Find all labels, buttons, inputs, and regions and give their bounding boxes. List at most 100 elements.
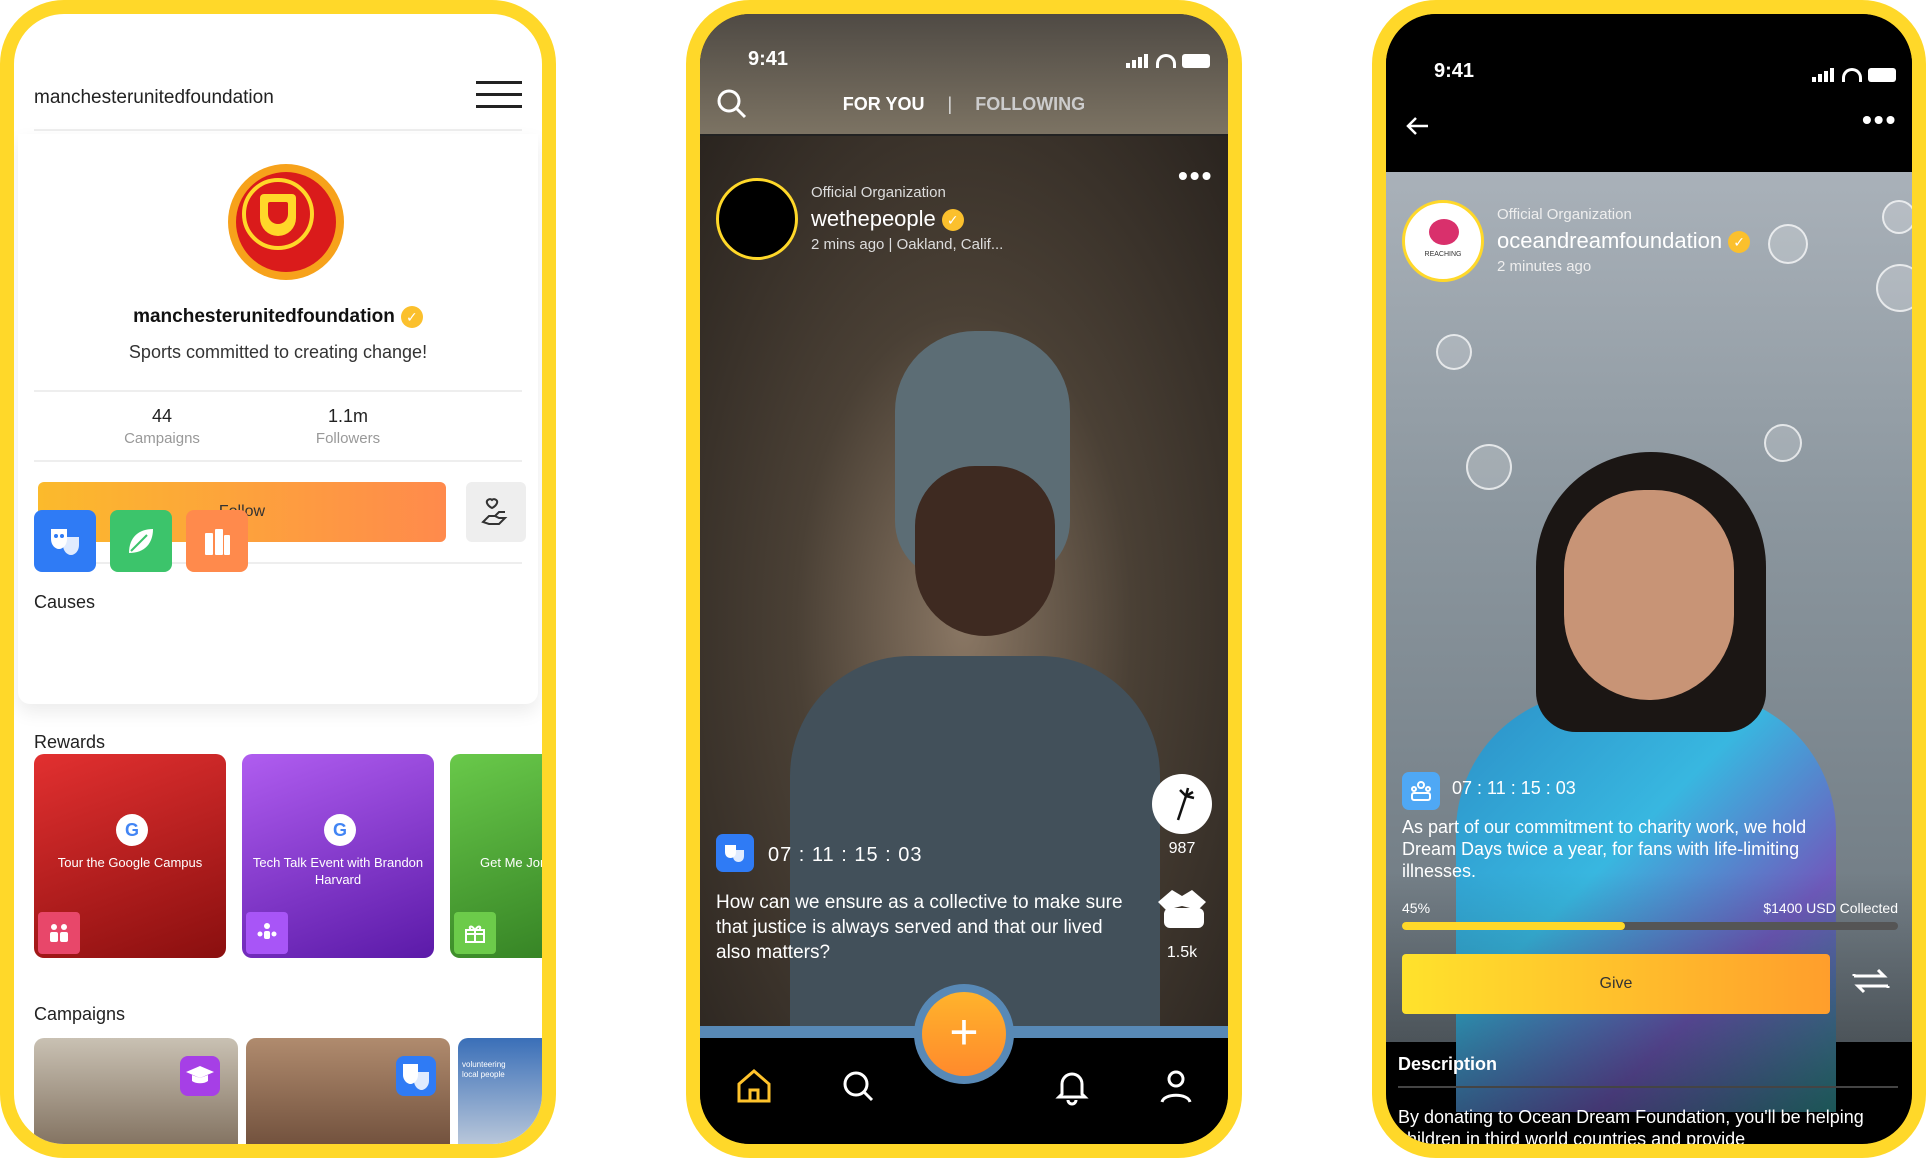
signal-icon [1126,50,1150,68]
wifi-icon [1156,54,1176,68]
cause-badge [716,834,754,872]
reward-card[interactable]: Get Me Jonatha [450,754,542,958]
theater-masks-icon [725,845,744,862]
share-count: 1.5k [1166,944,1198,961]
dandelion-icon [1176,787,1195,821]
countdown-timer: 07 : 11 : 15 : 03 [1452,778,1576,798]
profile-name: manchesterunitedfoundation ✓ [18,306,538,328]
description-title: Description [1398,1054,1498,1074]
graduation-cap-icon [186,1066,214,1084]
leaf-icon [129,529,153,553]
divider [34,562,522,564]
profile-header: manchesterunitedfoundation [34,69,522,131]
menu-icon[interactable] [476,81,522,117]
cause-theater[interactable] [34,510,96,572]
bubble-decoration [1466,444,1512,490]
reward-category-badge [454,912,496,954]
community-icon [1411,781,1431,801]
tab-for-you[interactable]: FOR YOU [843,94,925,114]
countdown-timer: 07 : 11 : 15 : 03 [768,844,923,866]
google-logo-icon: G [116,814,148,846]
profile-avatar [228,164,344,280]
google-logo-icon: G [324,814,356,846]
reward-card[interactable]: G Tour the Google Campus [34,754,226,958]
campaign-caption: As part of our commitment to charity wor… [1402,817,1807,881]
progress-percent: 45% [1402,900,1431,916]
reward-category-badge [246,912,288,954]
author-avatar[interactable] [716,178,798,260]
campaign-category-badge [180,1056,220,1096]
more-icon[interactable]: ••• [1178,160,1213,192]
bell-icon[interactable] [1052,1066,1092,1111]
profile-stats: 44 Campaigns 1.1m Followers [34,390,522,462]
campaign-card[interactable] [34,1038,238,1144]
detail-phone: 9:41 ••• REACHING Official Organization … [1372,0,1926,1158]
profile-phone: manchesterunitedfoundation manchesteruni… [0,0,556,1158]
campaign-card[interactable] [246,1038,450,1144]
home-icon[interactable] [734,1066,774,1111]
campaign-category-badge [396,1056,436,1096]
progress-fill [1402,922,1626,930]
repeat-icon[interactable] [1846,956,1896,1011]
author-name[interactable]: oceandreamfoundation ✓ [1497,228,1751,254]
give-button[interactable]: Give [1402,954,1830,1014]
status-time: 9:41 [748,48,789,70]
campaigns-title: Campaigns [34,1004,126,1024]
author-name[interactable]: wethepeople ✓ [811,206,964,232]
profile-icon[interactable] [1156,1066,1196,1111]
post-meta: 2 minutes ago [1497,258,1592,275]
description-text: By donating to Ocean Dream Foundation, y… [1398,1107,1864,1149]
reward-card[interactable]: G Tech Talk Event with Brandon Harvard [242,754,434,958]
profile-tagline: Sports committed to creating change! [128,342,428,362]
donate-hand-button[interactable] [466,482,526,542]
search-icon[interactable] [838,1066,878,1111]
bubble-decoration [1436,334,1472,370]
signal-icon [1812,64,1836,82]
share-hands-icon[interactable] [1152,882,1212,943]
theater-masks-icon [51,529,79,555]
bubble-decoration [1876,264,1912,312]
reward-category-badge [38,912,80,954]
followers-stat[interactable]: 1.1m Followers [248,406,448,447]
gift-icon [465,925,485,943]
status-time: 9:41 [1434,60,1475,82]
campaign-card[interactable]: volunteering local people [458,1038,542,1144]
more-icon[interactable]: ••• [1862,104,1897,136]
hand-heart-icon [481,498,508,525]
battery-icon [1868,68,1896,82]
support-count: 987 [1168,840,1196,857]
amount-collected: $1400 USD Collected [1763,900,1898,916]
people-icon [50,924,68,942]
profile-card: manchesterunitedfoundation ✓ Sports commi… [18,134,538,704]
tab-following[interactable]: FOLLOWING [975,94,1085,114]
org-label: Official Organization [1497,206,1632,223]
rewards-title: Rewards [34,732,106,752]
bubble-decoration [1768,224,1808,264]
wifi-icon [1842,68,1862,82]
feed-tabs: FOR YOU | FOLLOWING [842,94,1086,114]
back-arrow-icon[interactable] [1404,112,1432,145]
battery-icon [1182,54,1210,68]
feed-phone: 9:41 FOR YOU | FOLLOWING Official Organi… [686,0,1242,1158]
post-meta: 2 mins ago | Oakland, Calif... [811,236,1004,253]
support-button[interactable] [1152,774,1212,834]
author-avatar[interactable]: REACHING [1402,200,1484,282]
bubble-decoration [1882,200,1912,234]
campaigns-stat[interactable]: 44 Campaigns [62,406,262,447]
create-post-button[interactable]: + [922,992,1006,1076]
profile-handle: manchesterunitedfoundation [34,87,274,108]
org-label: Official Organization [811,184,946,201]
post-caption: How can we ensure as a collective to mak… [716,892,1123,963]
verified-badge-icon: ✓ [400,306,423,328]
verified-badge-icon: ✓ [941,209,964,232]
causes-title: Causes [34,592,96,612]
cause-environment[interactable] [110,510,172,572]
detail-top-bar [1386,14,1912,172]
cause-education[interactable] [186,510,248,572]
progress-bar [1402,922,1898,930]
verified-badge-icon: ✓ [1728,231,1751,254]
cause-badge [1402,772,1440,810]
books-icon [205,529,230,555]
status-icons [1126,50,1210,68]
status-icons [1812,64,1896,82]
